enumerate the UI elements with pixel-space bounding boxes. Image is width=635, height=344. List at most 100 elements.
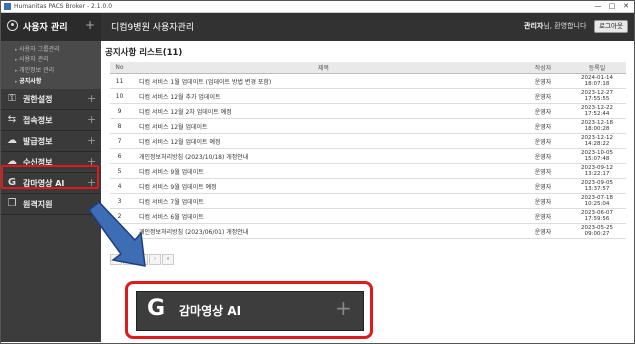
table-row[interactable]: 11 디컴 서비스 1월 업데이트 (업데이트 방법 변경 포함) 운영자 2024-… [110, 73, 626, 89]
row-date: 2024-01-14 18:07:18 [568, 73, 626, 89]
table-row[interactable]: 6 개인정보처리방침 (2023/10/18) 개정안내 운영자 2023-10-05… [110, 148, 626, 164]
row-title[interactable]: 디컴 서비스 12월 2차 업데이트 예정 [129, 103, 518, 119]
row-date: 2023-12-12 14:28:22 [568, 133, 626, 149]
expand-plus-icon[interactable]: + [87, 113, 96, 126]
welcome-suffix: 님, 환영합니다 [543, 22, 587, 30]
table-row[interactable]: 3 디컴 서비스 7월 업데이트 운영자 2023-07-18 10:25:04 [110, 193, 626, 209]
row-date-time: 13:22:17 [584, 171, 610, 177]
col-title: 제목 [129, 62, 518, 74]
list-title: 공지사항 리스트(11) [105, 48, 183, 58]
gamma-g-icon: G [147, 296, 166, 321]
row-date: 2023-05-25 09:00:27 [568, 223, 626, 239]
table-row[interactable]: 2 디컴 서비스 6월 업데이트 운영자 2023-06-07 17:59:56 [110, 208, 626, 224]
row-author: 운영자 [518, 103, 568, 119]
table-row[interactable]: 7 디컴 서비스 12월 업데이트 예정 운영자 2023-12-12 14:28:22 [110, 133, 626, 149]
row-title[interactable]: 디컴 서비스 6월 업데이트 [129, 208, 518, 224]
gamma-ai-enlarged-button[interactable]: G 감마영상 AI + [136, 291, 364, 331]
welcome-text: 관리자님, 환영합니다 [524, 21, 586, 31]
sidebar-item-send[interactable]: ☁ 발급정보 + [1, 131, 101, 152]
row-no: 9 [110, 103, 129, 119]
row-date: 2023-12-27 17:55:55 [568, 88, 626, 104]
row-date: 2023-09-12 13:22:17 [568, 163, 626, 179]
app-header: 사용자 관리 + 디컴9병원 사용자관리 관리자님, 환영합니다 로그아웃 [1, 13, 634, 41]
row-date-time: 10:25:04 [584, 201, 610, 207]
col-no: No [110, 62, 129, 74]
sidebar-item-label: 원격지원 [23, 200, 53, 209]
row-title[interactable]: 디컴 서비스 12월 추가 업데이트 [129, 88, 518, 104]
section-header[interactable]: 사용자 관리 + [1, 13, 101, 41]
row-date: 2023-12-22 17:52:44 [568, 103, 626, 119]
expand-plus-icon[interactable]: + [335, 296, 352, 320]
maximize-button[interactable]: □ [605, 1, 619, 12]
row-date-time: 13:37:57 [584, 186, 610, 192]
row-date: 2023-10-05 15:07:48 [568, 148, 626, 164]
row-no: 11 [110, 73, 129, 89]
row-date-time: 09:00:27 [584, 231, 610, 237]
col-author: 작성자 [518, 62, 568, 74]
close-button[interactable]: ✕ [619, 1, 633, 12]
row-title[interactable]: 디컴 서비스 9월 업데이트 [129, 163, 518, 179]
row-date: 2023-06-07 17:59:56 [568, 208, 626, 224]
row-title[interactable]: 디컴 서비스 12월 업데이트 예정 [129, 133, 518, 149]
row-author: 운영자 [518, 178, 568, 194]
connection-icon: ⇆ [7, 114, 17, 125]
remote-icon: ❐ [7, 198, 17, 209]
sidebar-sub-user-group[interactable]: 사용자 그룹관리 [15, 44, 60, 53]
table-row[interactable]: 1개인정보처리방침 (2023/06/01) 개정안내운영자2023-05-25… [110, 223, 626, 239]
row-title[interactable]: 디컴 서비스 1월 업데이트 (업데이트 방법 변경 포함) [129, 73, 518, 89]
row-date: 2023-09-05 13:37:57 [568, 178, 626, 194]
table-row[interactable]: 9 디컴 서비스 12월 2차 업데이트 예정 운영자 2023-12-22 17:52… [110, 103, 626, 119]
key-icon: ⚿ [8, 93, 16, 104]
minimize-button[interactable]: — [591, 1, 605, 12]
expand-plus-icon[interactable]: + [87, 134, 96, 147]
gamma-ai-callout: G 감마영상 AI + [125, 281, 373, 339]
sidebar-item-connection[interactable]: ⇆ 접속정보 + [1, 110, 101, 131]
sidebar-item-permissions[interactable]: ⚿ 권한설정 + [1, 89, 101, 110]
row-date-time: 17:55:55 [584, 96, 610, 102]
sidebar-item-label: 권한설정 [23, 95, 53, 104]
row-date: 2023-12-18 18:00:28 [568, 118, 626, 134]
row-title[interactable]: 디컴 서비스 7월 업데이트 [129, 193, 518, 209]
row-no: 8 [110, 118, 129, 134]
row-no: 4 [110, 178, 129, 194]
row-no: 7 [110, 133, 129, 149]
row-author: 운영자 [518, 223, 568, 239]
page-heading: 디컴9병원 사용자관리 [111, 23, 195, 33]
table-row[interactable]: 8 디컴 서비스 12월 업데이트 운영자 2023-12-18 18:00:28 [110, 118, 626, 134]
row-author: 운영자 [518, 208, 568, 224]
expand-plus-icon[interactable]: + [87, 92, 96, 105]
table-row[interactable]: 10 디컴 서비스 12월 추가 업데이트 운영자 2023-12-27 17:55:5… [110, 88, 626, 104]
cloud-upload-icon: ☁ [7, 135, 17, 146]
sidebar-sub-user[interactable]: 사용자 관리 [15, 54, 49, 63]
row-no: 5 [110, 163, 129, 179]
row-date-time: 18:00:28 [584, 126, 610, 132]
sidebar-sub-notice[interactable]: 공지사항 [15, 76, 41, 85]
table-row[interactable]: 5 디컴 서비스 9월 업데이트 운영자 2023-09-12 13:22:17 [110, 163, 626, 179]
row-author: 운영자 [518, 193, 568, 209]
row-title[interactable]: 개인정보처리방침 (2023/06/01) 개정안내 [129, 223, 518, 239]
row-author: 운영자 [518, 118, 568, 134]
sidebar-item-label: 발급정보 [23, 137, 53, 146]
section-title: 사용자 관리 [23, 23, 68, 33]
row-date-time: 17:59:56 [584, 216, 610, 222]
row-author: 운영자 [518, 73, 568, 89]
gamma-ai-highlight [1, 165, 99, 189]
notice-table: No 제목 작성자 등록일 11 디컴 서비스 1월 업데이트 (업데이트 방법 … [110, 62, 626, 239]
user-icon [7, 20, 18, 31]
sidebar-item-label: 접속정보 [23, 116, 53, 125]
row-author: 운영자 [518, 148, 568, 164]
user-name: 관리자 [524, 22, 544, 30]
row-title[interactable]: 디컴 서비스 12월 업데이트 [129, 118, 518, 134]
table-header-row: No 제목 작성자 등록일 [110, 62, 626, 74]
logout-button[interactable]: 로그아웃 [594, 20, 628, 33]
page-last-button[interactable]: » [162, 254, 174, 265]
expand-plus-icon[interactable]: + [85, 18, 95, 32]
row-date-time: 17:52:44 [584, 111, 610, 117]
sidebar-sub-privacy[interactable]: 개인정보 관리 [15, 65, 54, 74]
table-row[interactable]: 4 디컴 서비스 9월 업데이트 예정 운영자 2023-09-05 13:37:57 [110, 178, 626, 194]
row-author: 운영자 [518, 88, 568, 104]
gamma-ai-label: 감마영상 AI [179, 304, 242, 318]
main-content: 공지사항 리스트(11) No 제목 작성자 등록일 11 디컴 서비스 1월 업… [101, 41, 634, 270]
row-title[interactable]: 개인정보처리방침 (2023/10/18) 개정안내 [129, 148, 518, 164]
row-title[interactable]: 디컴 서비스 9월 업데이트 예정 [129, 178, 518, 194]
